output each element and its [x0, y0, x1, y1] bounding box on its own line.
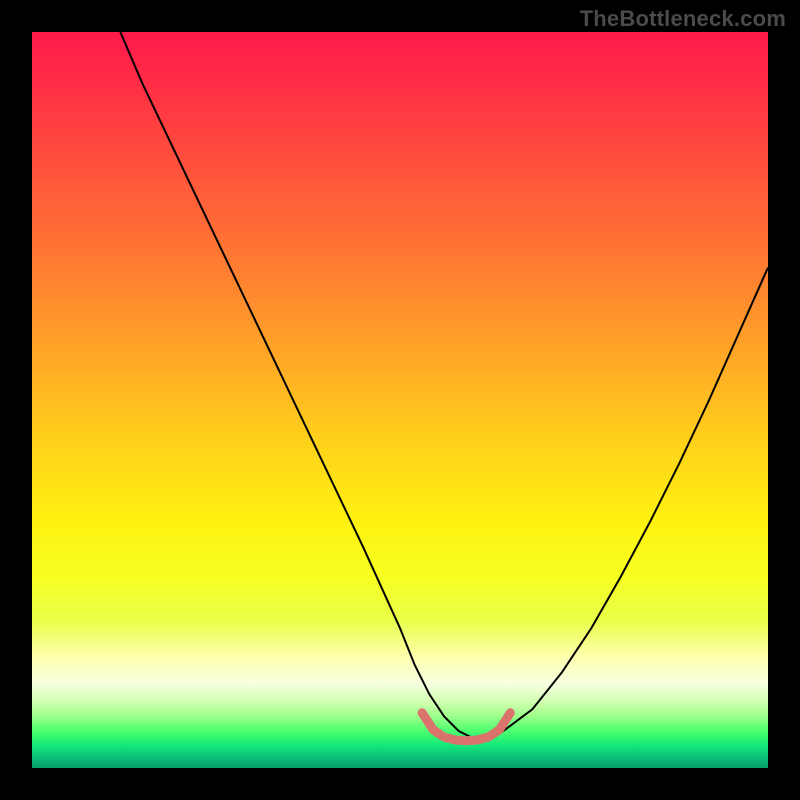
plot-area [32, 32, 768, 768]
curve-layer [32, 32, 768, 768]
chart-frame: TheBottleneck.com [0, 0, 800, 800]
optimal-range-marker [422, 713, 510, 741]
bottleneck-curve [120, 32, 768, 739]
watermark-text: TheBottleneck.com [580, 6, 786, 32]
